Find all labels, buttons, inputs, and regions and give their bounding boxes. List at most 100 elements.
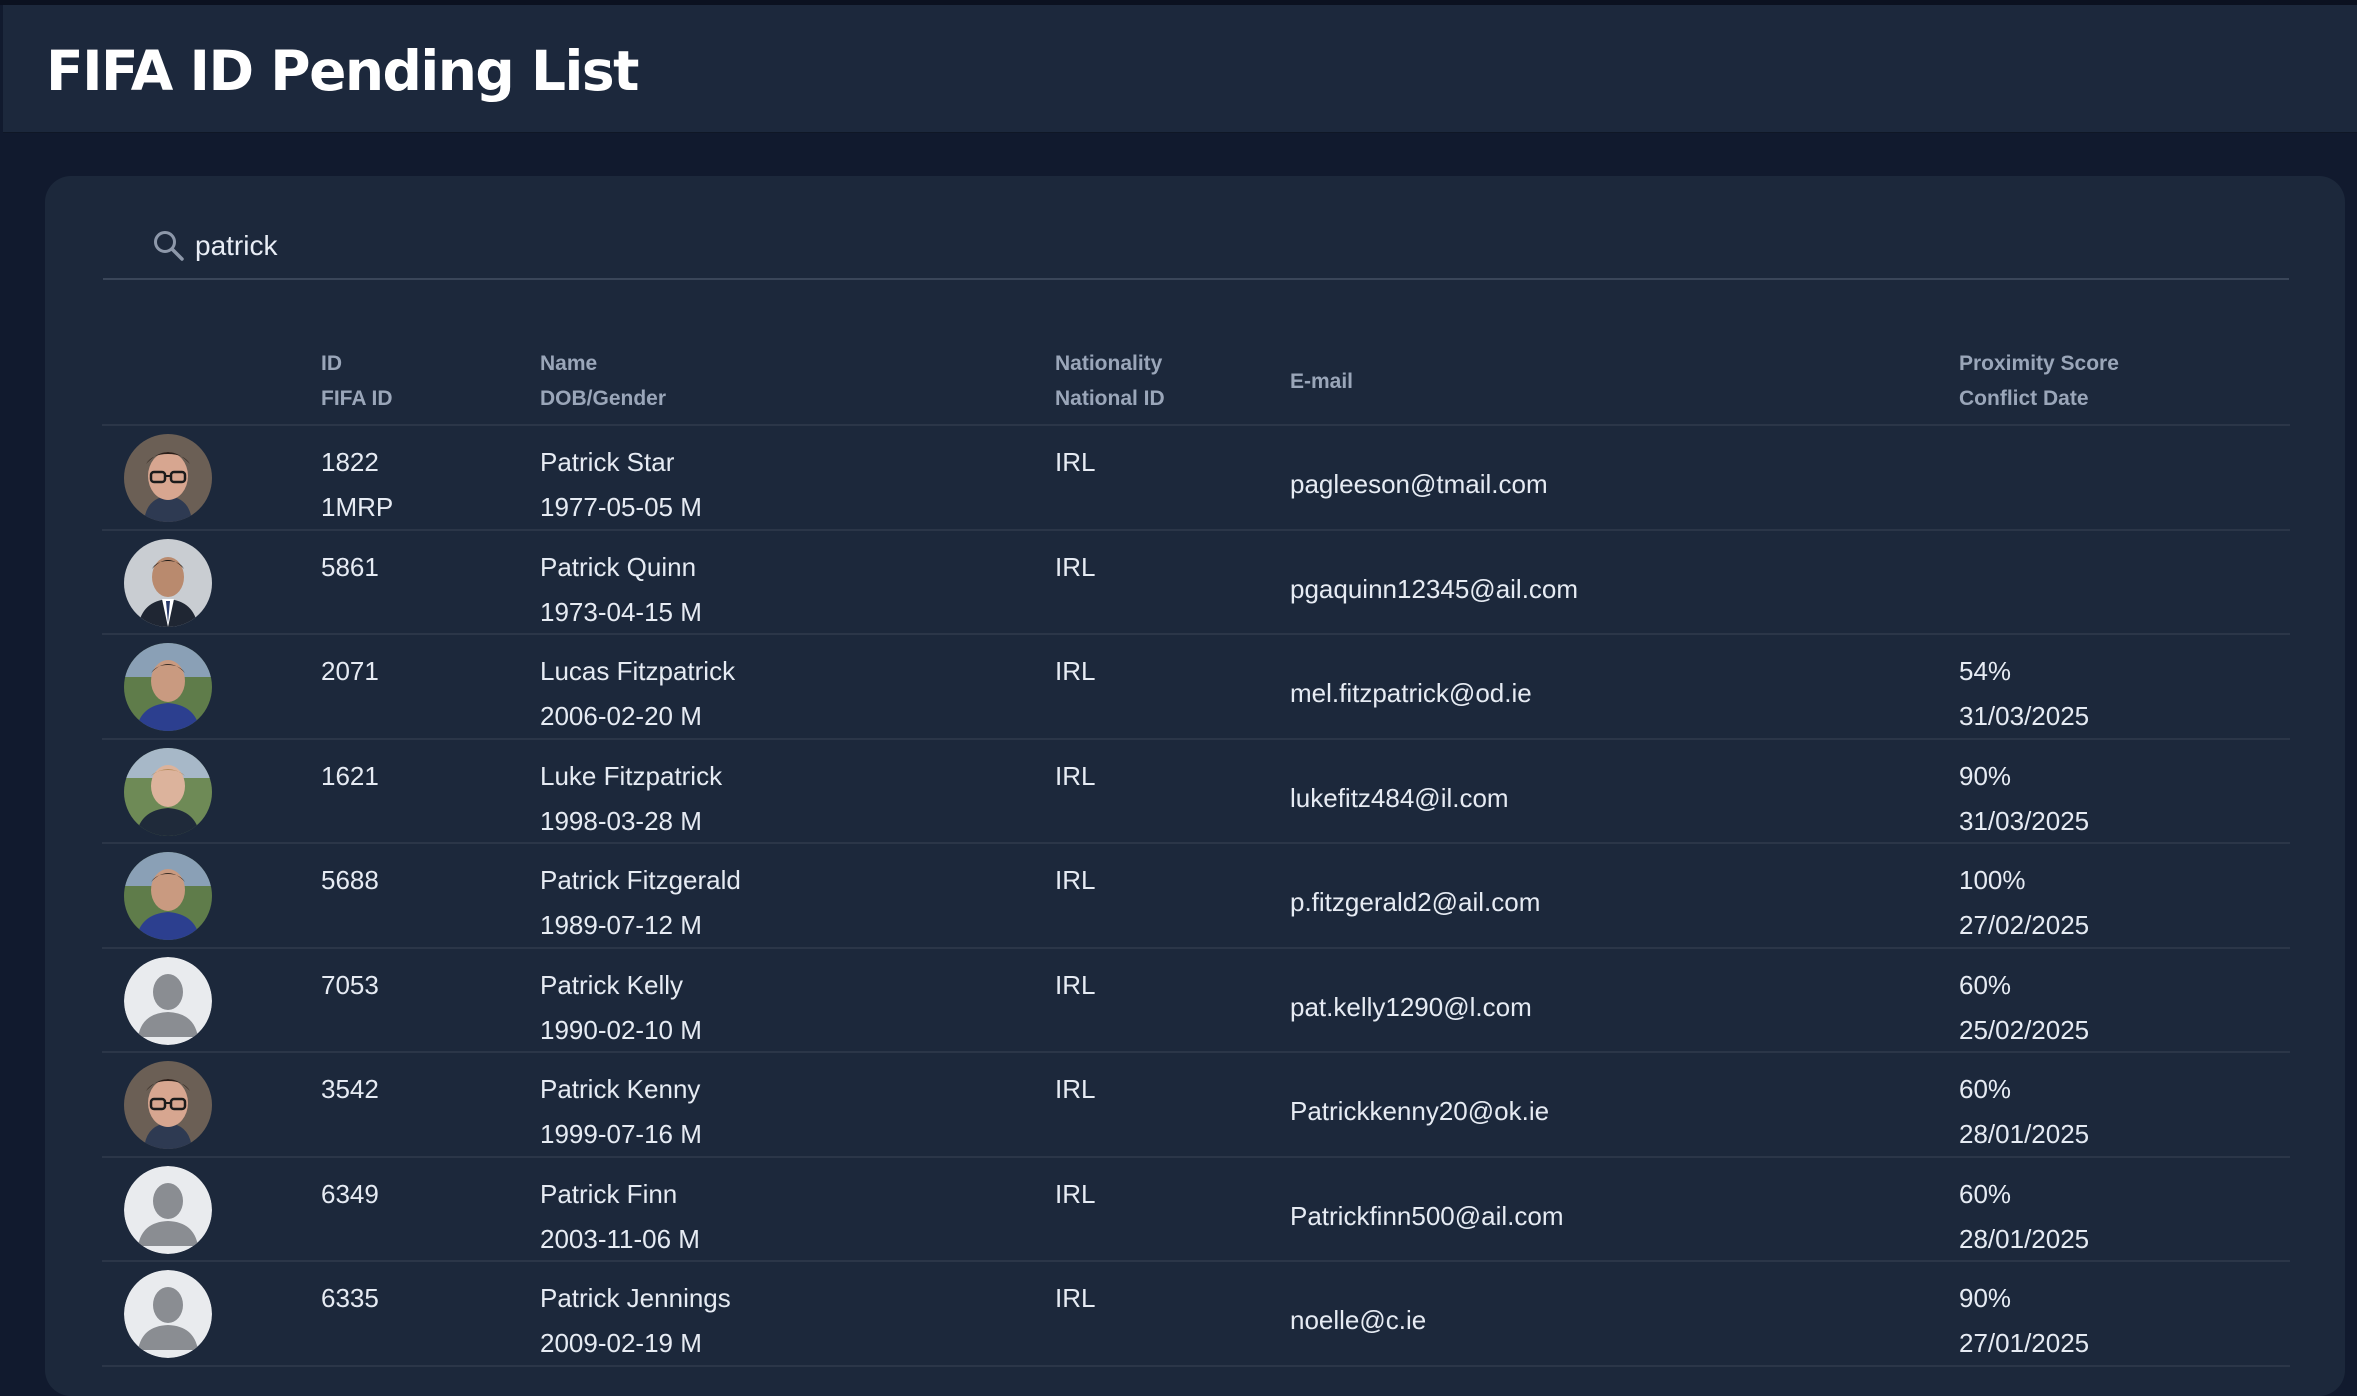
email-cell: pgaquinn12345@ail.com <box>1290 567 1578 612</box>
player-name: Patrick Fitzgerald <box>540 865 741 895</box>
column-header-proximity[interactable]: Proximity Score Conflict Date <box>1959 346 2119 416</box>
id-cell: 5861 <box>321 545 379 590</box>
table-row[interactable]: 6349 Patrick Finn 2003-11-06 M IRL Patri… <box>102 1158 2290 1262</box>
column-header-name-label: Name <box>540 352 598 375</box>
player-dob-gender: 1999-07-16 M <box>540 1119 702 1149</box>
nationality-cell: IRL <box>1055 545 1095 590</box>
player-name: Lucas Fitzpatrick <box>540 656 736 686</box>
id-cell: 5688 <box>321 858 379 903</box>
name-cell: Patrick Fitzgerald 1989-07-12 M <box>540 858 741 948</box>
avatar-placeholder-icon <box>124 1270 212 1358</box>
table-row[interactable]: 5688 Patrick Fitzgerald 1989-07-12 M IRL… <box>102 844 2290 949</box>
proximity-score: 60% <box>1959 1074 2012 1104</box>
email-cell: lukefitz484@il.com <box>1290 776 1509 821</box>
player-email: noelle@c.ie <box>1290 1305 1427 1335</box>
column-header-id[interactable]: ID FIFA ID <box>321 346 393 416</box>
column-header-dob-label: DOB/Gender <box>540 387 667 410</box>
nationality-cell: IRL <box>1055 858 1095 903</box>
conflict-date: 27/01/2025 <box>1959 1328 2090 1358</box>
email-cell: pagleeson@tmail.com <box>1290 462 1548 507</box>
column-header-proximity-label: Proximity Score <box>1959 352 2119 375</box>
proximity-cell: 90% 31/03/2025 <box>1959 754 2089 844</box>
player-email: Patrickkenny20@ok.ie <box>1290 1096 1550 1126</box>
conflict-date: 28/01/2025 <box>1959 1223 2090 1254</box>
search-input[interactable] <box>195 226 1995 266</box>
player-id: 5688 <box>321 865 379 895</box>
page-title: FIFA ID Pending List <box>46 39 639 103</box>
player-name: Patrick Kenny <box>540 1074 701 1104</box>
proximity-cell: 54% 31/03/2025 <box>1959 649 2089 739</box>
table-row[interactable]: 1822 1MRP Patrick Star 1977-05-05 M IRL … <box>102 426 2290 531</box>
player-dob-gender: 2009-02-19 M <box>540 1328 702 1358</box>
id-cell: 1621 <box>321 754 379 799</box>
name-cell: Patrick Finn 2003-11-06 M <box>540 1172 700 1262</box>
player-dob-gender: 1998-03-28 M <box>540 805 702 836</box>
player-nationality: IRL <box>1055 1178 1096 1209</box>
avatar <box>124 643 212 731</box>
column-header-email[interactable]: E-mail <box>1290 364 1353 399</box>
table-row[interactable]: 7053 Patrick Kelly 1990-02-10 M IRL pat.… <box>102 949 2290 1053</box>
id-cell: 6349 <box>321 1172 379 1217</box>
player-nationality: IRL <box>1055 656 1096 686</box>
email-cell: Patrickkenny20@ok.ie <box>1290 1089 1549 1134</box>
name-cell: Patrick Kenny 1999-07-16 M <box>540 1067 702 1157</box>
avatar-placeholder-icon <box>124 956 212 1045</box>
player-email: mel.fitzpatrick@od.ie <box>1290 678 1532 708</box>
column-header-nationality[interactable]: Nationality National ID <box>1055 346 1165 416</box>
player-dob-gender: 1989-07-12 M <box>540 910 702 940</box>
conflict-date: 25/02/2025 <box>1959 1014 2090 1045</box>
id-cell: 6335 <box>321 1276 379 1321</box>
player-nationality: IRL <box>1055 1074 1096 1104</box>
nationality-cell: IRL <box>1055 1276 1095 1321</box>
table-row[interactable]: 1621 Luke Fitzpatrick 1998-03-28 M IRL l… <box>102 740 2290 844</box>
player-nationality: IRL <box>1055 969 1096 1000</box>
proximity-cell: 90% 27/01/2025 <box>1959 1276 2089 1366</box>
email-cell: mel.fitzpatrick@od.ie <box>1290 671 1532 716</box>
table-row[interactable]: 2071 Lucas Fitzpatrick 2006-02-20 M IRL … <box>102 635 2290 740</box>
nationality-cell: IRL <box>1055 649 1095 694</box>
player-dob-gender: 1990-02-10 M <box>540 1014 702 1045</box>
player-name: Patrick Star <box>540 447 675 477</box>
nationality-cell: IRL <box>1055 1067 1095 1112</box>
conflict-date: 31/03/2025 <box>1959 805 2090 836</box>
proximity-score: 60% <box>1959 1178 2012 1209</box>
nationality-cell: IRL <box>1055 754 1095 799</box>
search-bar <box>103 226 2289 280</box>
column-header-fifa-id-label: FIFA ID <box>321 387 393 410</box>
name-cell: Lucas Fitzpatrick 2006-02-20 M <box>540 649 735 739</box>
conflict-date: 28/01/2025 <box>1959 1119 2090 1149</box>
player-dob-gender: 1973-04-15 M <box>540 596 702 627</box>
name-cell: Patrick Star 1977-05-05 M <box>540 440 702 530</box>
player-email: p.fitzgerald2@ail.com <box>1290 887 1541 917</box>
player-name: Patrick Finn <box>540 1178 678 1209</box>
avatar <box>124 1061 212 1149</box>
player-nationality: IRL <box>1055 865 1096 895</box>
proximity-score: 54% <box>1959 656 2012 686</box>
player-nationality: IRL <box>1055 447 1096 477</box>
player-id: 1621 <box>321 760 379 791</box>
player-email: pat.kelly1290@l.com <box>1290 991 1532 1022</box>
table-row[interactable]: 3542 Patrick Kenny 1999-07-16 M IRL Patr… <box>102 1053 2290 1158</box>
avatar <box>124 434 212 522</box>
id-cell: 3542 <box>321 1067 379 1112</box>
column-header-national-id-label: National ID <box>1055 387 1165 410</box>
player-nationality: IRL <box>1055 760 1096 791</box>
player-id: 5861 <box>321 551 379 582</box>
proximity-score: 90% <box>1959 760 2012 791</box>
proximity-cell: 60% 25/02/2025 <box>1959 963 2089 1053</box>
player-id: 1822 <box>321 447 379 477</box>
table-header: ID FIFA ID Name DOB/Gender Nationality N… <box>102 326 2290 426</box>
search-icon <box>151 226 187 266</box>
avatar <box>124 538 212 627</box>
column-header-conflict-date-label: Conflict Date <box>1959 387 2089 410</box>
nationality-cell: IRL <box>1055 963 1095 1008</box>
player-id: 6349 <box>321 1178 379 1209</box>
column-header-name[interactable]: Name DOB/Gender <box>540 346 666 416</box>
column-header-id-label: ID <box>321 352 342 375</box>
proximity-cell: 60% 28/01/2025 <box>1959 1067 2089 1157</box>
table-row[interactable]: 6335 Patrick Jennings 2009-02-19 M IRL n… <box>102 1262 2290 1367</box>
conflict-date: 31/03/2025 <box>1959 701 2090 731</box>
name-cell: Luke Fitzpatrick 1998-03-28 M <box>540 754 722 844</box>
table-row[interactable]: 5861 Patrick Quinn 1973-04-15 M IRL pgaq… <box>102 531 2290 635</box>
player-email: lukefitz484@il.com <box>1290 782 1509 813</box>
